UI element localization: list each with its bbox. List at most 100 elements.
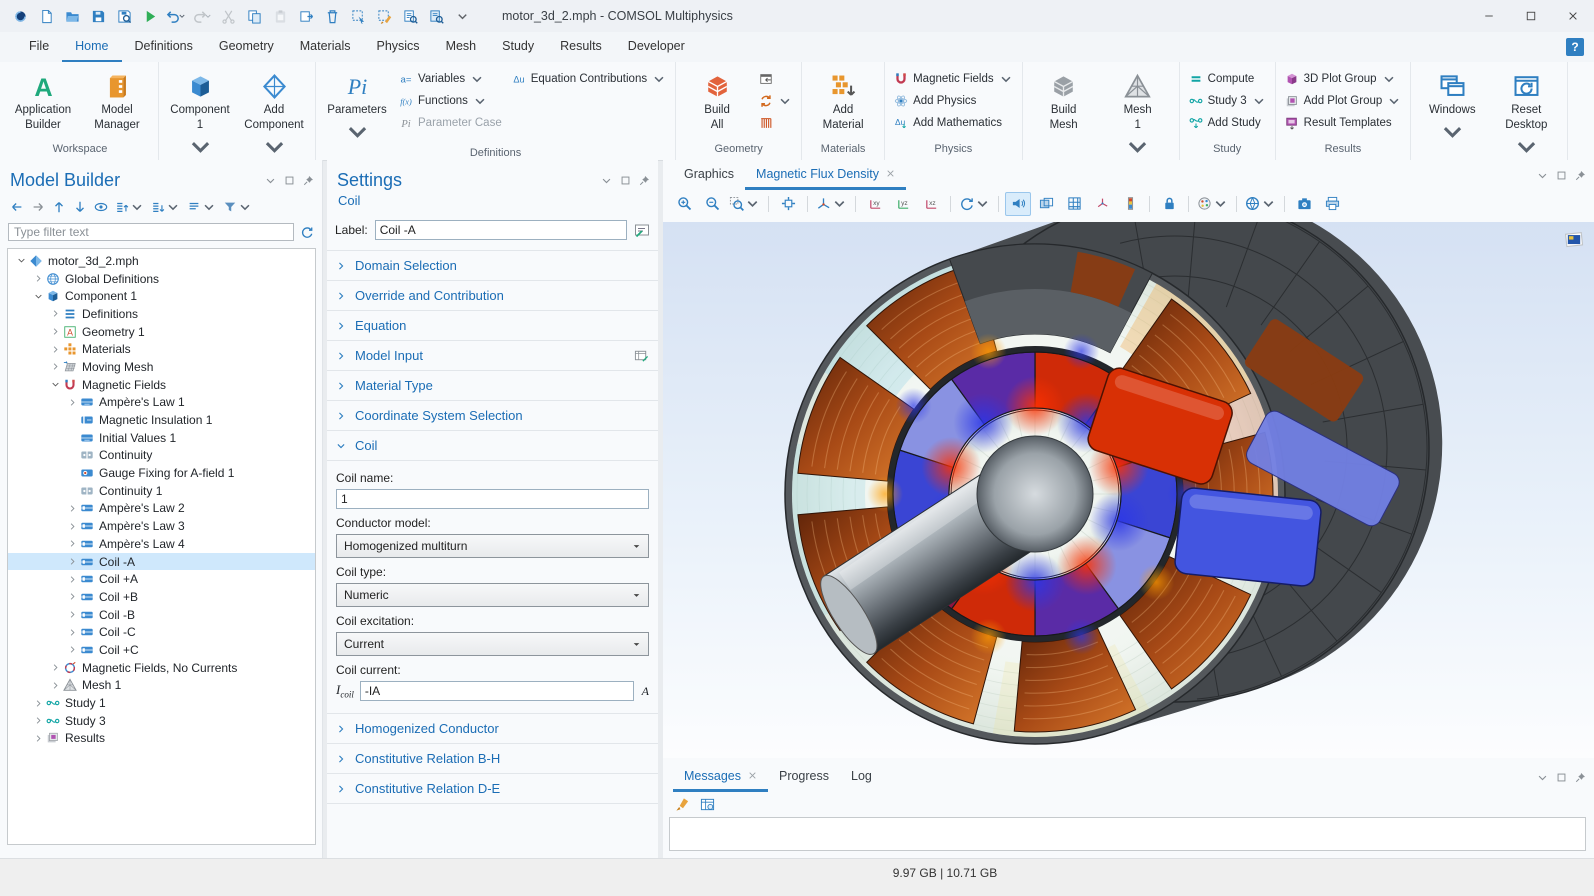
float-icon[interactable] — [284, 175, 295, 186]
tree-item-coil-c[interactable]: Coil -C — [8, 623, 315, 641]
move-up-button[interactable] — [50, 197, 68, 217]
section-coil[interactable]: Coil — [327, 430, 658, 460]
chevron-right-icon[interactable] — [65, 610, 80, 619]
tree-item-global-definitions[interactable]: Global Definitions — [8, 270, 315, 288]
show-axis-button[interactable] — [1089, 192, 1115, 216]
lock-axis-button[interactable] — [1156, 192, 1182, 216]
ribbon-button-add-physics[interactable]: Add Physics — [894, 92, 1013, 109]
tree-item-magnetic-fields-no-currents[interactable]: Magnetic Fields, No Currents — [8, 659, 315, 677]
ribbon-button-build-all[interactable]: Build All — [685, 70, 749, 133]
menu-item-home[interactable]: Home — [62, 32, 121, 62]
ribbon-button-equation-contributions[interactable]: ΔuEquation Contributions — [512, 70, 666, 87]
chevron-right-icon[interactable] — [48, 362, 63, 371]
tree-item-amp-re-s-law-1[interactable]: Ampère's Law 1 — [8, 394, 315, 412]
edit-model-input-icon[interactable] — [634, 348, 649, 363]
menu-item-materials[interactable]: Materials — [287, 32, 364, 62]
paste-button[interactable] — [268, 4, 292, 28]
nav-back-button[interactable] — [8, 197, 26, 217]
ribbon-button-functions[interactable]: f(x)Functions — [399, 92, 502, 109]
find-button[interactable] — [398, 4, 422, 28]
select-box-button[interactable] — [346, 4, 370, 28]
coil-type-select[interactable]: Numeric — [336, 583, 649, 607]
chevron-right-icon[interactable] — [65, 522, 80, 531]
menu-item-file[interactable]: File — [16, 32, 62, 62]
chevron-right-icon[interactable] — [65, 539, 80, 548]
tree-item-study-3[interactable]: Study 3 — [8, 712, 315, 730]
panel-menu-icon[interactable] — [601, 175, 612, 186]
tree-item-initial-values-1[interactable]: Initial Values 1 — [8, 429, 315, 447]
tree-item-continuity[interactable]: Continuity — [8, 447, 315, 465]
tree-item-amp-re-s-law-2[interactable]: Ampère's Law 2 — [8, 500, 315, 518]
panel-menu-icon[interactable] — [1537, 772, 1548, 783]
toolbar-overflow-button[interactable] — [450, 4, 474, 28]
deselect-box-button[interactable] — [372, 4, 396, 28]
section-constitutive-relation-b-h[interactable]: Constitutive Relation B-H — [327, 743, 658, 773]
node-label-button[interactable] — [185, 197, 218, 217]
tree-item-coil-c[interactable]: Coil +C — [8, 641, 315, 659]
table-settings-button[interactable] — [698, 794, 717, 814]
label-input[interactable] — [375, 220, 627, 240]
plot-thumbnail-icon[interactable] — [1564, 230, 1584, 248]
go-to-view-button[interactable] — [814, 192, 849, 216]
menu-item-physics[interactable]: Physics — [363, 32, 432, 62]
panel-menu-icon[interactable] — [265, 175, 276, 186]
chevron-right-icon[interactable] — [65, 504, 80, 513]
clear-messages-button[interactable] — [673, 794, 692, 814]
redo-button[interactable] — [190, 4, 214, 28]
close-button[interactable] — [1552, 0, 1594, 32]
menu-item-study[interactable]: Study — [489, 32, 547, 62]
chevron-right-icon[interactable] — [31, 699, 46, 708]
ribbon-button-add-study[interactable]: Add Study — [1189, 114, 1266, 131]
section-override-and-contribution[interactable]: Override and Contribution — [327, 280, 658, 310]
chevron-right-icon[interactable] — [31, 716, 46, 725]
maximize-button[interactable] — [1510, 0, 1552, 32]
ribbon-button-result-templates[interactable]: Result Templates — [1285, 114, 1402, 131]
conductor-model-select[interactable]: Homogenized multiturn — [336, 534, 649, 558]
nav-forward-button[interactable] — [29, 197, 47, 217]
collapse-all-button[interactable] — [149, 197, 182, 217]
tab-messages[interactable]: Messages — [673, 762, 768, 792]
section-material-type[interactable]: Material Type — [327, 370, 658, 400]
rotate-button[interactable] — [957, 192, 992, 216]
delete-button[interactable] — [320, 4, 344, 28]
ribbon-button-compute[interactable]: Compute — [1189, 70, 1266, 87]
chevron-right-icon[interactable] — [65, 557, 80, 566]
save-button[interactable] — [86, 4, 110, 28]
ribbon-button-application-builder[interactable]: AApplication Builder — [11, 70, 75, 133]
view-xy-button[interactable]: xy — [862, 192, 888, 216]
zoom-in-button[interactable] — [671, 192, 697, 216]
ribbon-button-model-manager[interactable]: Model Manager — [85, 70, 149, 133]
print-button[interactable] — [1319, 192, 1345, 216]
comsol-logo-button[interactable] — [8, 4, 32, 28]
expand-all-button[interactable] — [113, 197, 146, 217]
ribbon-button-mesh-1[interactable]: Mesh 1 — [1106, 70, 1170, 160]
open-file-button[interactable] — [60, 4, 84, 28]
tree-item-materials[interactable]: Materials — [8, 340, 315, 358]
tree-item-study-1[interactable]: Study 1 — [8, 694, 315, 712]
view-xz-button[interactable]: xz — [918, 192, 944, 216]
chevron-right-icon[interactable] — [65, 592, 80, 601]
zoom-out-button[interactable] — [699, 192, 725, 216]
environment-button[interactable] — [1243, 192, 1278, 216]
move-down-button[interactable] — [71, 197, 89, 217]
save-search-button[interactable] — [112, 4, 136, 28]
duplicate-button[interactable] — [294, 4, 318, 28]
ribbon-button-reset-desktop[interactable]: Reset Desktop — [1494, 70, 1558, 160]
chevron-down-icon[interactable] — [14, 256, 29, 265]
refresh-icon[interactable] — [300, 225, 314, 239]
pin-icon[interactable] — [639, 175, 650, 186]
ribbon-button-3d-plot-group[interactable]: 3D Plot Group — [1285, 70, 1402, 87]
float-icon[interactable] — [1556, 772, 1567, 783]
show-button[interactable] — [92, 197, 110, 217]
color-theme-button[interactable] — [1195, 192, 1230, 216]
ribbon-button-import-icon[interactable] — [759, 70, 792, 87]
view-yz-button[interactable]: yz — [890, 192, 916, 216]
chevron-right-icon[interactable] — [65, 398, 80, 407]
ribbon-button-variables[interactable]: a=Variables — [399, 70, 502, 87]
chevron-right-icon[interactable] — [48, 663, 63, 672]
tree-item-definitions[interactable]: Definitions — [8, 305, 315, 323]
chevron-down-icon[interactable] — [48, 380, 63, 389]
ribbon-button-add-component[interactable]: Add Component — [242, 70, 306, 160]
pin-icon[interactable] — [1575, 170, 1586, 181]
minimize-button[interactable] — [1468, 0, 1510, 32]
